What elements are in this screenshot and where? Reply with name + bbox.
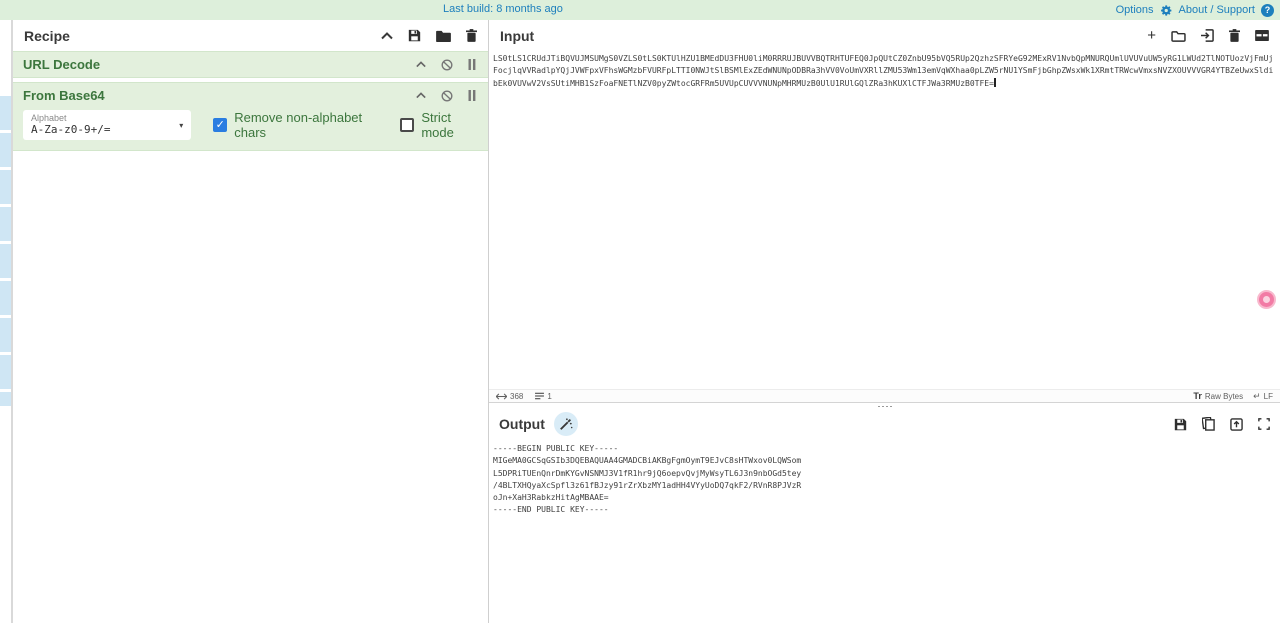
op-title: URL Decode [23, 57, 100, 72]
alphabet-label: Alphabet [31, 113, 183, 123]
recipe-op-from-base64[interactable]: From Base64 Al [13, 82, 488, 151]
open-folder-input-icon[interactable] [1201, 29, 1214, 42]
save-output-icon[interactable] [1174, 418, 1187, 431]
recipe-panel: Recipe [13, 20, 488, 623]
disable-op-icon[interactable] [441, 59, 453, 71]
encoding-toggle[interactable]: Tr Raw Bytes [1193, 391, 1243, 401]
collapse-recipe-icon[interactable] [381, 32, 393, 40]
line-count-group: 1 [535, 392, 551, 401]
clear-input-trash-icon[interactable] [1229, 29, 1240, 42]
breakpoint-pause-icon[interactable] [468, 90, 476, 101]
about-support-link[interactable]: About / Support [1179, 4, 1255, 16]
encoding-value: Raw Bytes [1205, 392, 1243, 401]
character-count-icon [496, 393, 507, 400]
top-banner: Last build: 8 months ago Options About /… [0, 0, 1280, 20]
op-title: From Base64 [23, 88, 105, 103]
gear-icon[interactable] [1160, 4, 1173, 17]
breakpoint-pause-icon[interactable] [468, 59, 476, 70]
alphabet-select[interactable]: Alphabet A-Za-z0-9+/= ▾ [23, 110, 191, 140]
recipe-header: Recipe [13, 20, 488, 51]
recipe-title: Recipe [24, 28, 70, 44]
char-count-group: 368 [496, 392, 523, 401]
text-cursor [994, 78, 996, 87]
input-header: Input + [489, 20, 1280, 51]
last-build-label: Last build: 8 months ago [443, 3, 563, 15]
splitter-grip-icon[interactable] [877, 405, 893, 408]
input-pane: Input + [489, 20, 1280, 403]
disable-op-icon[interactable] [441, 90, 453, 102]
input-title: Input [500, 28, 534, 44]
operations-panel-collapsed[interactable] [0, 20, 13, 623]
input-settings-layout-icon[interactable] [1255, 30, 1269, 41]
encoding-icon: Tr [1193, 391, 1202, 401]
cyberchef-app: Last build: 8 months ago Options About /… [0, 0, 1280, 623]
eol-toggle[interactable]: ↵ LF [1253, 391, 1273, 402]
checkbox-checked-icon[interactable]: ✓ [213, 118, 227, 132]
line-count-icon [535, 392, 544, 400]
chevron-down-icon: ▾ [179, 121, 183, 130]
collapse-op-icon[interactable] [416, 92, 426, 99]
char-count-value: 368 [510, 392, 523, 401]
options-link[interactable]: Options [1116, 4, 1154, 16]
magic-wand-button[interactable] [554, 412, 578, 436]
add-input-tab-icon[interactable]: + [1147, 27, 1156, 44]
maximise-output-icon[interactable] [1258, 418, 1270, 430]
input-text-content: LS0tLS1CRUdJTiBQVUJMSUMgS0VZLS0tLS0KTUlH… [493, 54, 1273, 88]
remove-non-alphabet-checkbox[interactable]: ✓ Remove non-alphabet chars [213, 110, 378, 140]
return-icon: ↵ [1253, 391, 1261, 402]
checkbox-unchecked-icon[interactable] [400, 118, 414, 132]
magic-wand-icon [559, 417, 573, 431]
strict-mode-checkbox[interactable]: Strict mode [400, 110, 478, 140]
load-recipe-folder-icon[interactable] [436, 30, 451, 42]
floating-pink-badge[interactable] [1257, 290, 1276, 309]
output-header: Output [489, 410, 1280, 438]
copy-output-icon[interactable] [1202, 417, 1215, 431]
input-textarea[interactable]: LS0tLS1CRUdJTiBQVUJMSUMgS0VZLS0tLS0KTUlH… [489, 51, 1280, 389]
open-file-folder-icon[interactable] [1171, 30, 1186, 42]
collapse-op-icon[interactable] [416, 61, 426, 68]
output-pane: Output [489, 410, 1280, 623]
pane-splitter[interactable] [489, 403, 1280, 410]
input-status-bar: 368 1 Tr Raw Bytes ↵ LF [489, 389, 1280, 403]
help-icon[interactable]: ? [1261, 4, 1274, 17]
clear-recipe-trash-icon[interactable] [466, 29, 477, 42]
save-recipe-icon[interactable] [408, 29, 421, 42]
replace-input-with-output-icon[interactable] [1230, 418, 1243, 431]
output-title: Output [499, 416, 545, 432]
output-textarea[interactable]: -----BEGIN PUBLIC KEY----- MIGeMA0GCSqGS… [489, 438, 1280, 623]
recipe-op-url-decode[interactable]: URL Decode [13, 51, 488, 78]
operations-category-list[interactable] [0, 96, 11, 406]
eol-value: LF [1264, 392, 1273, 401]
line-count-value: 1 [547, 392, 551, 401]
alphabet-value: A-Za-z0-9+/= [31, 123, 183, 136]
